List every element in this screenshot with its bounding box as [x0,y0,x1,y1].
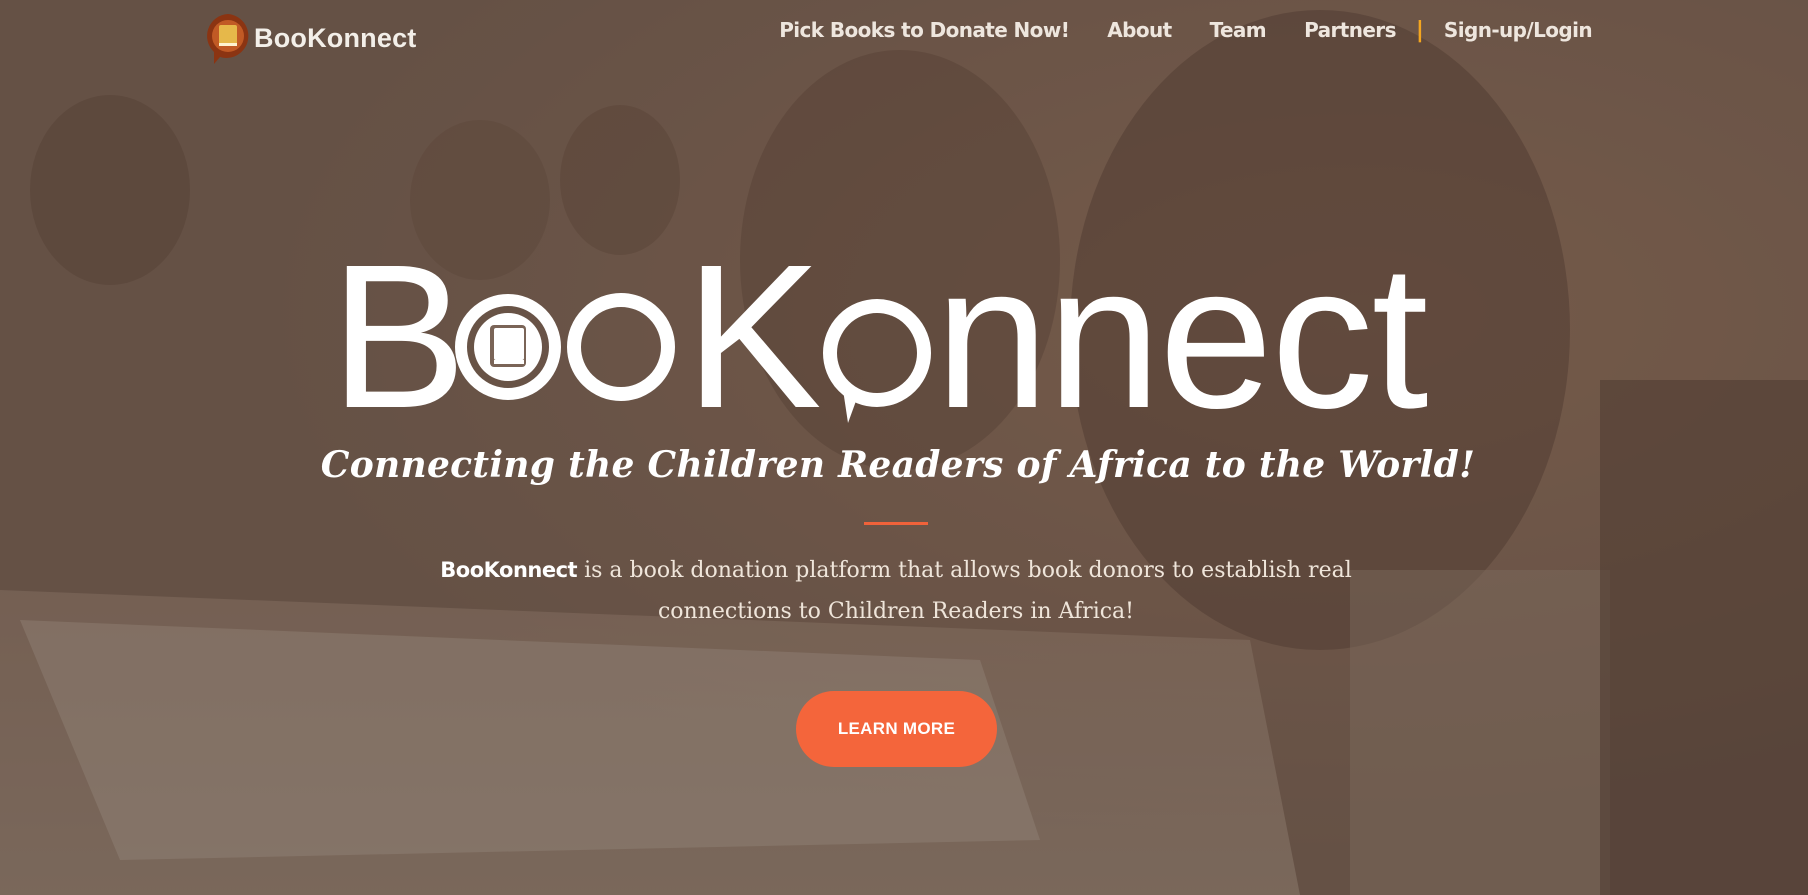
hero-divider [864,522,928,525]
brand-link[interactable]: BooKonnect [202,10,416,66]
nav-partners-link[interactable]: Partners [1304,18,1396,42]
brand-name: BooKonnect [254,22,417,53]
hero-description: BooKonnect is a book donation platform t… [420,550,1372,632]
description-text: is a book donation platform that allows … [577,558,1352,624]
speech-bubble-o-icon [823,299,931,423]
nav-signup-login-link[interactable]: Sign-up/Login [1444,18,1593,42]
nav-separator: | [1415,17,1424,43]
hero-logo-letter-b: B [330,245,467,445]
book-speech-bubble-icon [207,14,249,64]
hero-logo-letter-k: K [685,245,822,445]
nav-links: Pick Books to Donate Now! About Team Par… [779,14,1592,46]
description-brand: BooKonnect [440,558,578,582]
learn-more-button[interactable]: LEARN MORE [796,691,997,767]
nav-team-link[interactable]: Team [1210,18,1267,42]
hero-logo-letters-nnect: nnect [935,245,1428,445]
nav-about-link[interactable]: About [1107,18,1172,42]
book-in-circle-icon [455,294,561,400]
navbar: BooKonnect Pick Books to Donate Now! Abo… [0,0,1808,70]
nav-pick-books-link[interactable]: Pick Books to Donate Now! [779,18,1070,42]
hero-logo-wordmark: B K nnect [330,245,1430,445]
hero-tagline: Connecting the Children Readers of Afric… [320,444,1476,486]
